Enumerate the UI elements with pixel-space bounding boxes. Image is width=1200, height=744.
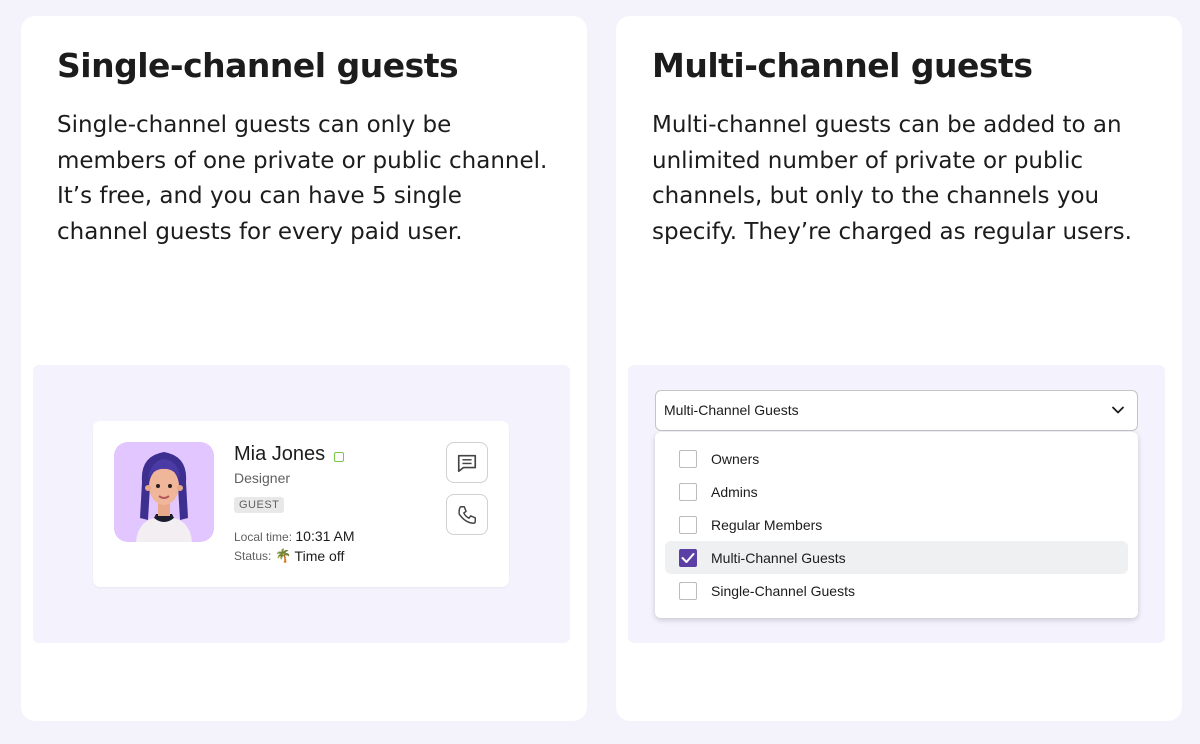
option-regular-members[interactable]: Regular Members <box>665 508 1128 541</box>
multi-channel-panel: Multi-channel guests Multi-channel guest… <box>616 16 1182 721</box>
local-time-value: 10:31 AM <box>295 528 355 544</box>
checkbox[interactable] <box>679 483 697 501</box>
guest-badge: GUEST <box>234 497 285 513</box>
phone-icon <box>458 505 476 524</box>
checkbox[interactable] <box>679 516 697 534</box>
checkbox-checked[interactable] <box>679 549 697 567</box>
single-channel-panel: Single-channel guests Single-channel gue… <box>21 16 587 721</box>
palm-tree-icon: 🌴 <box>275 548 292 563</box>
option-label: Regular Members <box>711 517 823 533</box>
message-icon <box>457 454 477 472</box>
profile-role: Designer <box>234 470 291 486</box>
profile-name[interactable]: Mia Jones <box>234 443 325 466</box>
message-button[interactable] <box>446 442 488 483</box>
select-value: Multi-Channel Guests <box>664 402 799 418</box>
option-label: Admins <box>711 484 758 500</box>
dropdown-demo-area: Multi-Channel Guests Owners Admins Regul… <box>628 365 1165 643</box>
option-admins[interactable]: Admins <box>665 475 1128 508</box>
status-label: Status: <box>234 549 272 563</box>
option-label: Multi-Channel Guests <box>711 550 846 566</box>
presence-indicator-icon <box>334 451 345 462</box>
avatar[interactable] <box>114 442 214 542</box>
local-time-row: Local time: 10:31 AM <box>234 528 355 544</box>
avatar-illustration <box>114 442 214 542</box>
call-button[interactable] <box>446 494 488 535</box>
checkmark-icon <box>681 553 695 563</box>
chevron-down-icon <box>1112 406 1124 414</box>
option-single-channel-guests[interactable]: Single-Channel Guests <box>665 574 1128 607</box>
local-time-label: Local time: <box>234 530 293 544</box>
checkbox[interactable] <box>679 450 697 468</box>
member-type-select[interactable]: Multi-Channel Guests <box>655 390 1138 431</box>
status-row: Status: 🌴 Time off <box>234 548 344 564</box>
dropdown-menu: Owners Admins Regular Members Multi-Chan… <box>655 432 1138 618</box>
panel-description: Multi-channel guests can be added to an … <box>652 112 1132 246</box>
profile-demo-area: Mia Jones Designer GUEST Local time: 10:… <box>33 365 570 643</box>
profile-card: Mia Jones Designer GUEST Local time: 10:… <box>93 421 509 587</box>
checkbox[interactable] <box>679 582 697 600</box>
option-label: Single-Channel Guests <box>711 583 855 599</box>
panel-title: Single-channel guests <box>57 46 459 85</box>
panel-title: Multi-channel guests <box>652 46 1033 85</box>
status-value: Time off <box>294 548 345 564</box>
option-multi-channel-guests[interactable]: Multi-Channel Guests <box>665 541 1128 574</box>
option-label: Owners <box>711 451 760 467</box>
name-row: Mia Jones <box>234 443 345 466</box>
panel-description: Single-channel guests can only be member… <box>57 112 548 246</box>
option-owners[interactable]: Owners <box>665 442 1128 475</box>
